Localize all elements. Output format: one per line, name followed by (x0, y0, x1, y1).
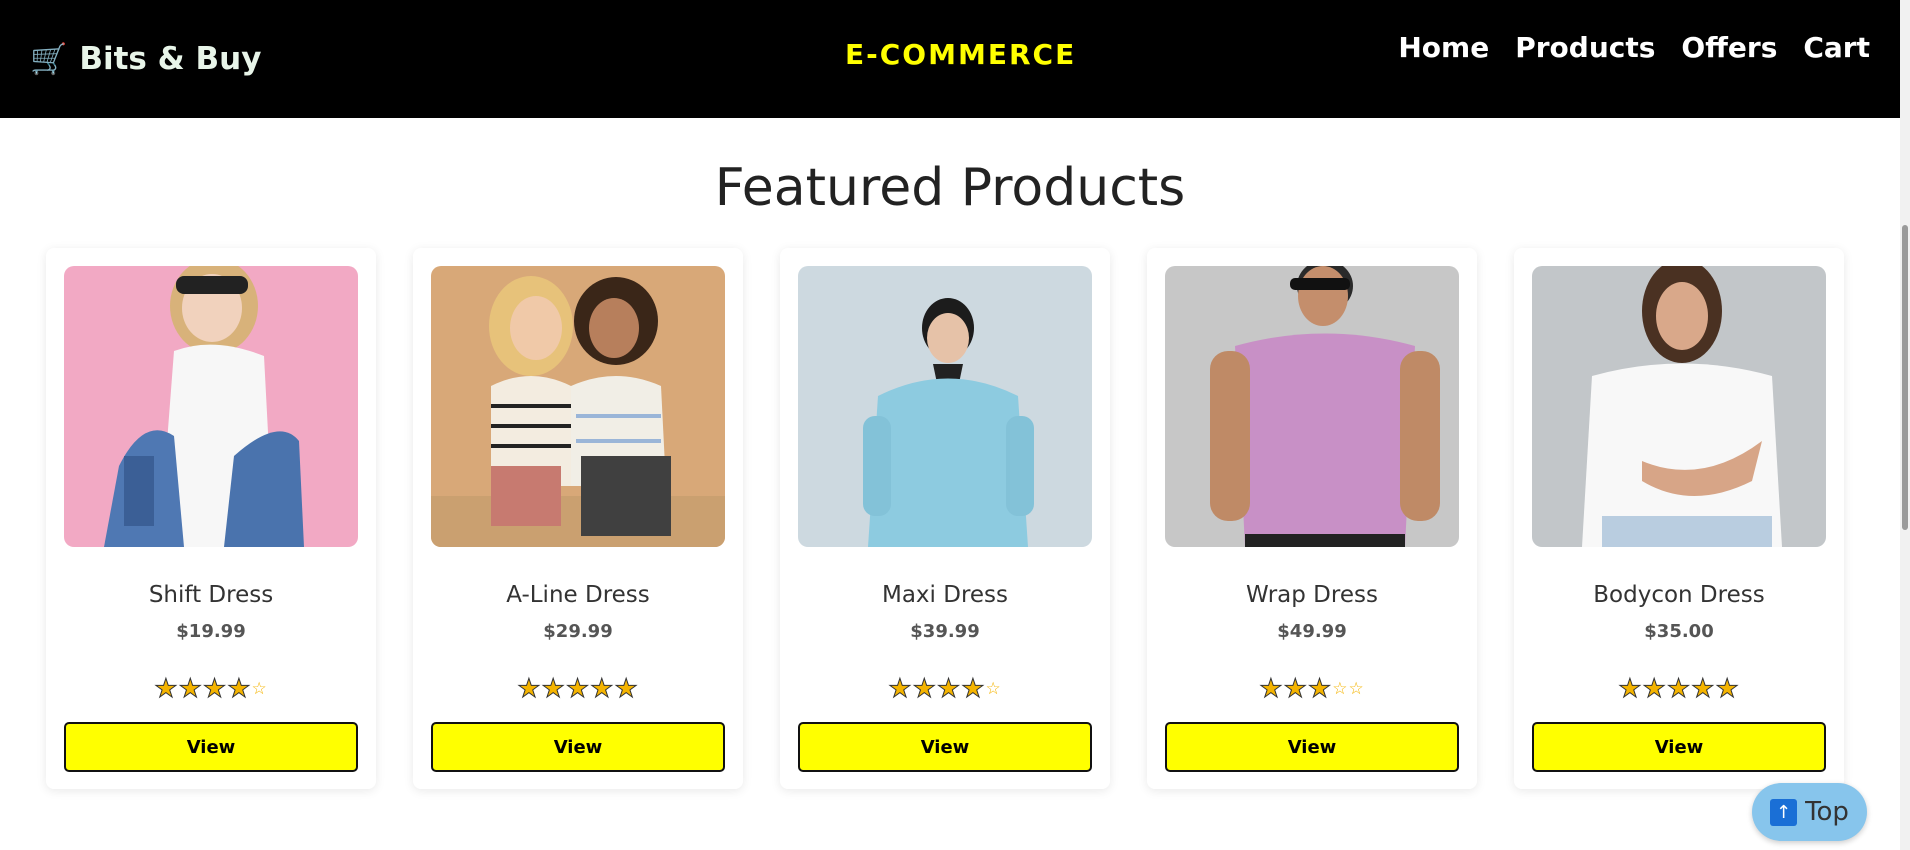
star-empty-icon: ☆ (1348, 679, 1365, 699)
star-empty-icon: ☆ (251, 679, 268, 699)
star-rating: ★★★☆☆ (1147, 674, 1477, 705)
scrollbar-thumb[interactable] (1902, 225, 1908, 530)
product-name: A-Line Dress (506, 582, 650, 608)
product-name: Wrap Dress (1246, 582, 1378, 608)
up-arrow-icon: ↑ (1770, 798, 1798, 826)
product-price: $29.99 (543, 621, 613, 642)
star-rating: ★★★★★ (413, 674, 743, 705)
site-name: E-COMMERCE (845, 38, 1077, 71)
star-rating: ★★★★☆ (46, 674, 376, 705)
brand-name: Bits & Buy (79, 41, 262, 77)
page-scrollbar[interactable] (1900, 0, 1910, 850)
star-filled-icon: ★ (614, 674, 639, 705)
star-filled-icon: ★ (1283, 674, 1308, 705)
view-button[interactable]: View (798, 722, 1092, 772)
brand[interactable]: 🛒 Bits & Buy (30, 36, 261, 82)
star-filled-icon: ★ (590, 674, 615, 705)
star-filled-icon: ★ (1307, 674, 1333, 705)
star-filled-icon: ★ (541, 674, 566, 705)
product-name: Maxi Dress (881, 582, 1009, 608)
product-image[interactable] (64, 266, 358, 547)
star-filled-icon: ★ (1666, 674, 1692, 705)
star-filled-icon: ★ (1691, 674, 1716, 705)
star-filled-icon: ★ (1715, 674, 1740, 705)
product-price: $39.99 (910, 621, 980, 642)
product-price: $49.99 (1277, 621, 1347, 642)
product-image[interactable] (1165, 266, 1459, 547)
product-card: Shift Dress $19.99 ★★★★☆ View (46, 248, 376, 789)
product-image[interactable] (798, 266, 1092, 547)
view-button[interactable]: View (1532, 722, 1826, 772)
view-button[interactable]: View (431, 722, 725, 772)
product-price: $35.00 (1644, 621, 1714, 642)
view-button[interactable]: View (1165, 722, 1459, 772)
nav-products-link[interactable]: Products (1502, 28, 1668, 68)
star-filled-icon: ★ (517, 674, 542, 705)
star-filled-icon: ★ (227, 674, 252, 705)
product-name: Shift Dress (148, 582, 274, 608)
product-image[interactable] (1532, 266, 1826, 547)
star-filled-icon: ★ (912, 674, 937, 705)
star-filled-icon: ★ (1259, 674, 1284, 705)
nav-home-link[interactable]: Home (1385, 28, 1502, 68)
star-empty-icon: ☆ (985, 679, 1002, 699)
view-button[interactable]: View (64, 722, 358, 772)
main-nav: Home Products Offers Cart (1385, 28, 1870, 68)
product-card: Bodycon Dress $35.00 ★★★★★ View (1514, 248, 1844, 789)
section-title: Featured Products (714, 158, 1186, 218)
star-filled-icon: ★ (202, 674, 228, 705)
shopping-cart-icon: 🛒 (30, 41, 68, 77)
back-to-top-label: Top (1805, 797, 1849, 827)
product-name: Bodycon Dress (1593, 582, 1765, 608)
product-grid: Shift Dress $19.99 ★★★★☆ View A-Line Dre… (46, 248, 1844, 789)
star-empty-icon: ☆ (1332, 679, 1349, 699)
star-filled-icon: ★ (565, 674, 591, 705)
product-image[interactable] (431, 266, 725, 547)
nav-cart-link[interactable]: Cart (1790, 28, 1870, 68)
star-filled-icon: ★ (1642, 674, 1667, 705)
star-filled-icon: ★ (961, 674, 986, 705)
product-card: Wrap Dress $49.99 ★★★☆☆ View (1147, 248, 1477, 789)
product-price: $19.99 (176, 621, 246, 642)
star-filled-icon: ★ (154, 674, 179, 705)
product-card: Maxi Dress $39.99 ★★★★☆ View (780, 248, 1110, 789)
back-to-top-button[interactable]: ↑ Top (1752, 783, 1867, 841)
star-filled-icon: ★ (888, 674, 913, 705)
top-navbar: 🛒 Bits & Buy E-COMMERCE Home Products Of… (0, 0, 1900, 118)
star-rating: ★★★★☆ (780, 674, 1110, 705)
nav-offers-link[interactable]: Offers (1668, 28, 1790, 68)
star-rating: ★★★★★ (1514, 674, 1844, 705)
star-filled-icon: ★ (1618, 674, 1643, 705)
star-filled-icon: ★ (936, 674, 962, 705)
product-card: A-Line Dress $29.99 ★★★★★ View (413, 248, 743, 789)
star-filled-icon: ★ (178, 674, 203, 705)
